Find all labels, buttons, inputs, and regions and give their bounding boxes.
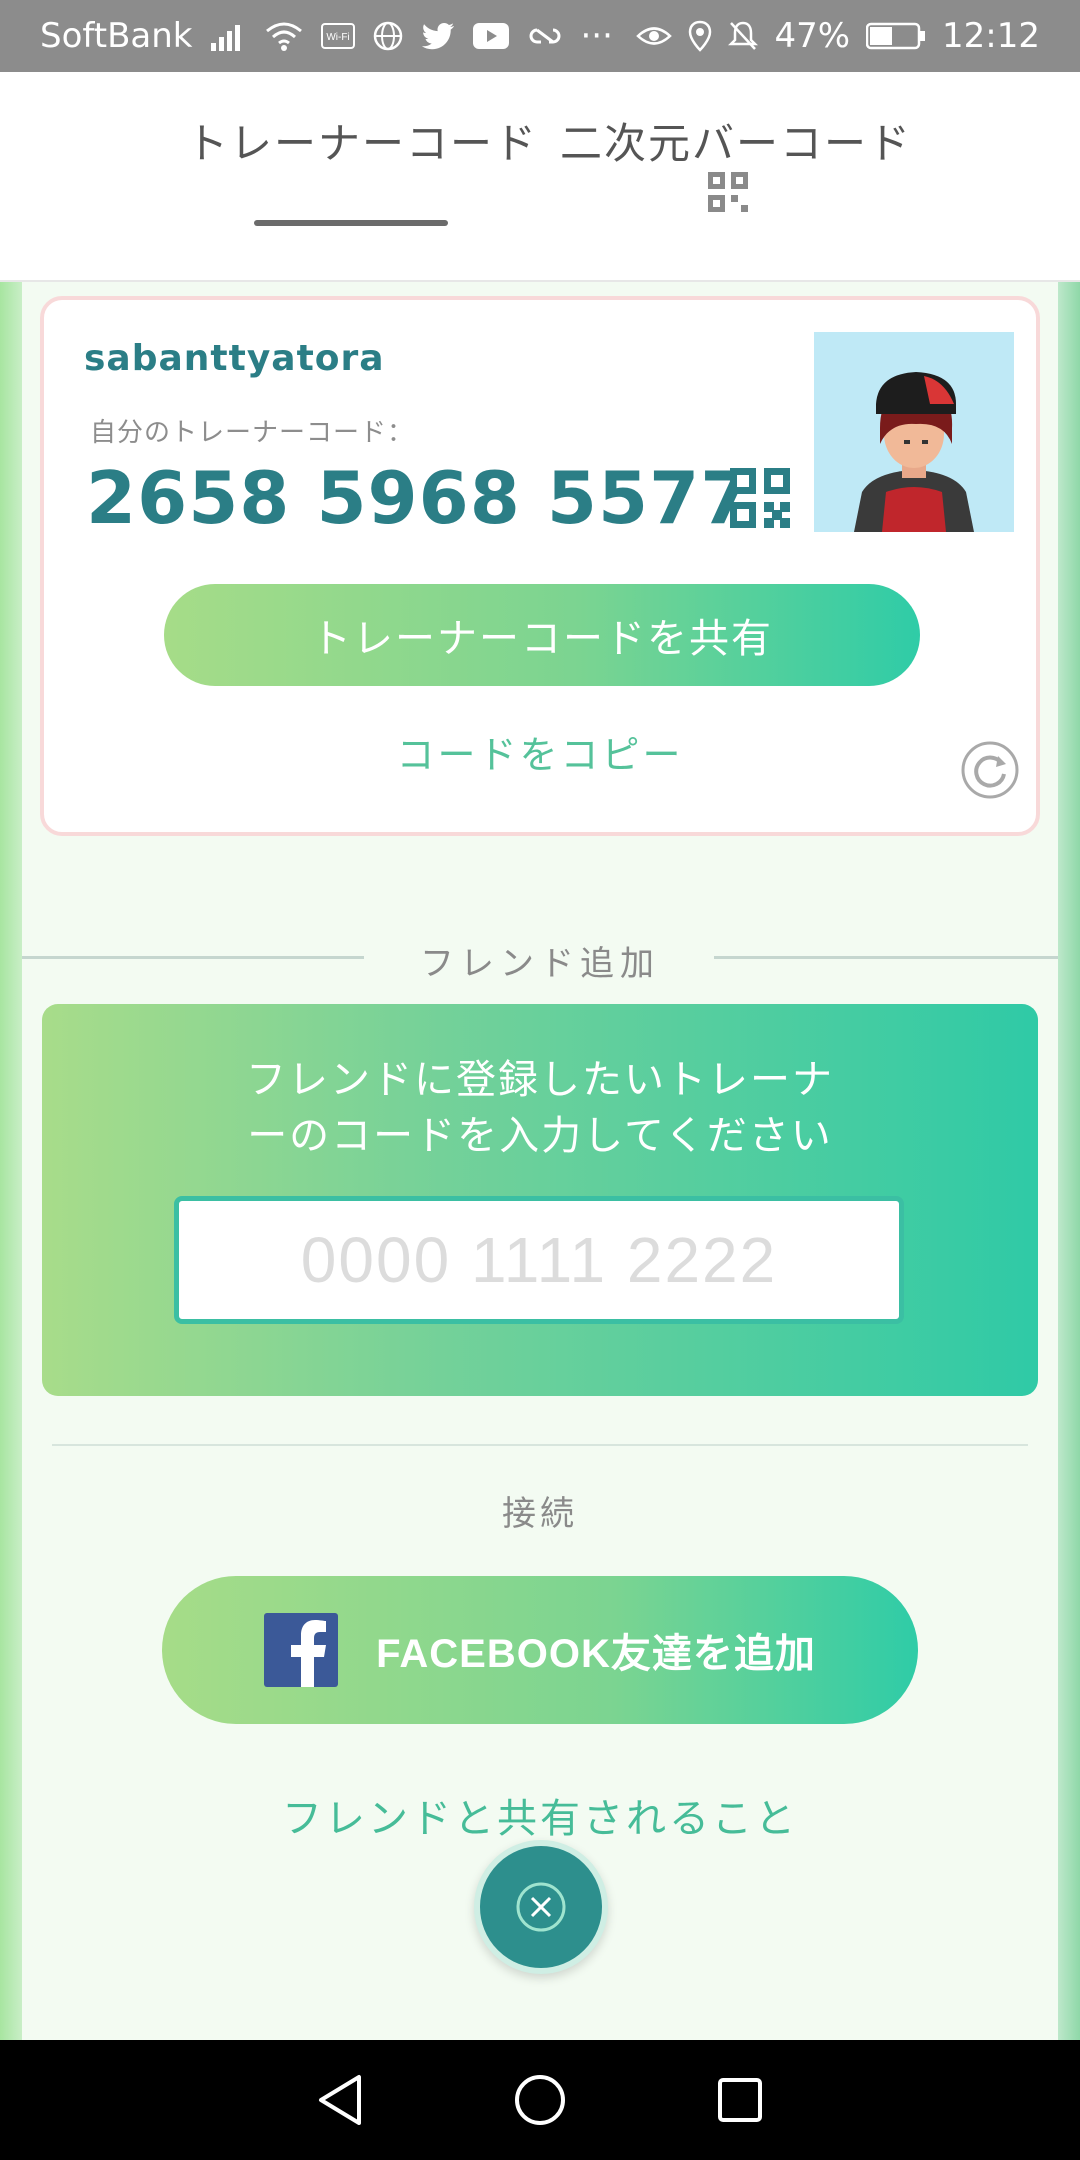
tab-trainer-code[interactable]: トレーナーコード <box>186 110 538 171</box>
youtube-icon <box>472 23 509 49</box>
trainer-code-value: 2658 5968 5577 <box>86 456 752 540</box>
back-icon[interactable] <box>310 2070 370 2130</box>
home-icon[interactable] <box>510 2070 570 2130</box>
facebook-add-friends-button[interactable]: FACEBOOK友達を追加 <box>162 1576 918 1724</box>
android-nav-bar <box>0 2040 1080 2160</box>
signal-icon <box>210 21 247 51</box>
battery-percent: 47% <box>774 16 851 56</box>
link-icon <box>527 26 563 46</box>
location-icon <box>688 20 712 52</box>
trainer-card: sabanttyatora 自分のトレーナーコード： 2658 5968 557… <box>40 296 1040 836</box>
bell-off-icon <box>728 20 759 52</box>
clock-time: 12:12 <box>942 16 1040 56</box>
status-bar: SoftBank Wi-Fi ··· 47% 12:12 <box>0 0 1080 72</box>
add-friend-divider: フレンド追加 <box>22 936 1058 984</box>
connect-label: 接続 <box>502 1494 578 1534</box>
facebook-button-label: FACEBOOK友達を追加 <box>376 1632 816 1676</box>
wifi-badge-label: Wi-Fi <box>326 32 349 43</box>
trainer-username: sabanttyatora <box>84 338 385 379</box>
instruction-line-1: フレンドに登録したいトレーナ <box>246 1057 834 1103</box>
friend-code-panel: フレンドに登録したいトレーナ ーのコードを入力してください <box>42 1004 1038 1396</box>
globe-icon <box>373 21 403 51</box>
tab-header: トレーナーコード 二次元バーコード <box>0 72 1080 282</box>
battery-icon <box>866 22 926 50</box>
copy-code-link[interactable]: コードをコピー <box>44 724 1036 779</box>
refresh-icon[interactable] <box>960 740 1020 800</box>
wifi-icon <box>265 21 303 51</box>
facebook-icon <box>264 1613 339 1687</box>
wifi-badge-icon: Wi-Fi <box>320 23 355 49</box>
instruction-line-2: ーのコードを入力してください <box>247 1113 833 1159</box>
tab-qr-code[interactable]: 二次元バーコード <box>560 110 912 171</box>
twitter-icon <box>421 22 455 50</box>
qr-code-icon[interactable] <box>708 172 748 212</box>
trainer-avatar <box>814 332 1014 532</box>
active-tab-indicator <box>254 220 448 226</box>
friend-code-instruction: フレンドに登録したいトレーナ ーのコードを入力してください <box>42 1052 1038 1164</box>
friend-code-input[interactable] <box>174 1196 904 1324</box>
connect-divider <box>52 1444 1028 1446</box>
close-icon <box>516 1882 566 1932</box>
more-notifications-icon: ··· <box>580 16 613 56</box>
share-trainer-code-button[interactable]: トレーナーコードを共有 <box>164 584 920 686</box>
divider-line-right <box>714 956 1058 959</box>
eye-icon <box>636 23 673 49</box>
trainer-code-label: 自分のトレーナーコード： <box>90 418 415 448</box>
recent-apps-icon[interactable] <box>710 2070 770 2130</box>
carrier-name: SoftBank <box>40 16 193 56</box>
content-area: sabanttyatora 自分のトレーナーコード： 2658 5968 557… <box>0 282 1080 2040</box>
close-button[interactable] <box>474 1840 608 1974</box>
add-friend-section-title: フレンド追加 <box>420 944 660 984</box>
qr-code-icon[interactable] <box>730 468 790 528</box>
shared-with-friends-link[interactable]: フレンドと共有されること <box>0 1786 1080 1844</box>
